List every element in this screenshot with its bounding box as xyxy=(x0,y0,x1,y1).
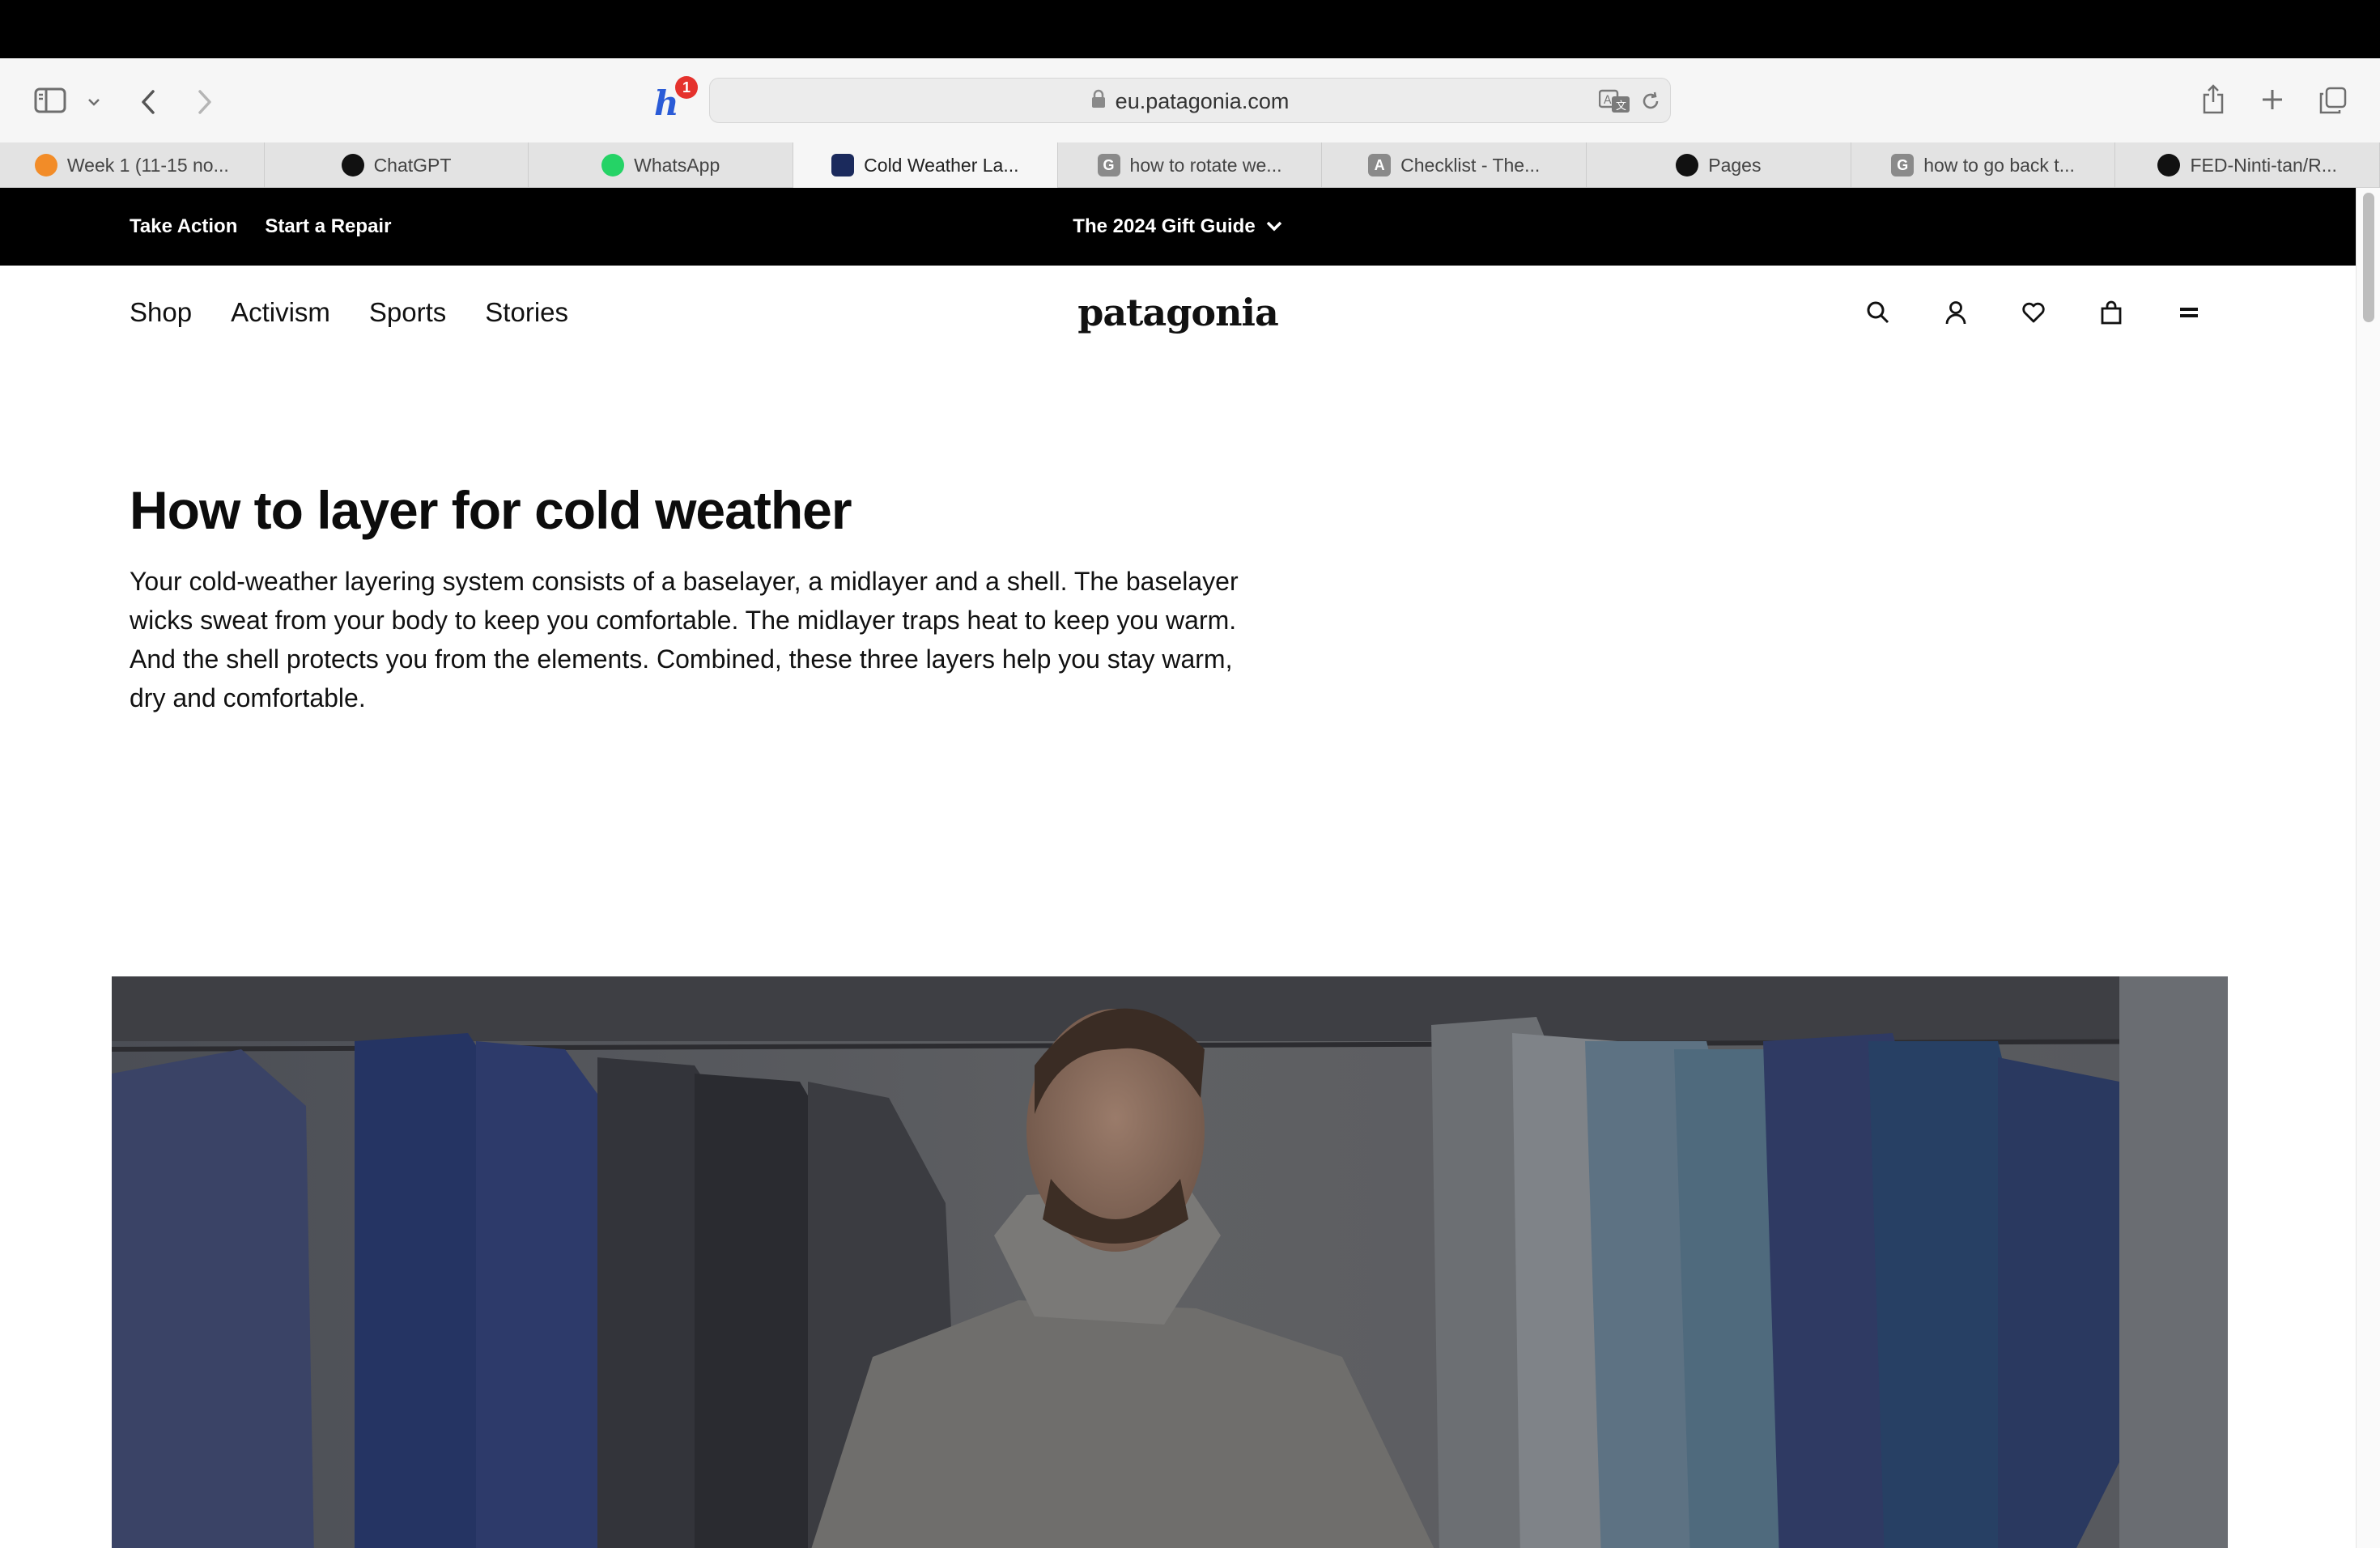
tab-overview-icon[interactable] xyxy=(2317,84,2349,117)
browser-tab[interactable]: Ghow to go back t... xyxy=(1851,142,2116,188)
tab-label: how to rotate we... xyxy=(1129,154,1282,176)
tab-label: ChatGPT xyxy=(373,154,452,176)
back-icon[interactable] xyxy=(136,86,160,118)
whatsapp-icon xyxy=(601,154,625,176)
gift-guide-dropdown[interactable]: The 2024 Gift Guide xyxy=(0,188,2356,266)
promo-bar: Take Action Start a Repair The 2024 Gift… xyxy=(0,188,2356,266)
search-icon[interactable] xyxy=(1865,300,1891,325)
github-icon xyxy=(1676,154,1699,176)
scrollbar-thumb[interactable] xyxy=(2363,193,2374,322)
orange-circle-icon xyxy=(34,154,57,176)
chatgpt-icon xyxy=(341,154,364,176)
tab-label: Checklist - The... xyxy=(1400,154,1541,176)
tab-label: Pages xyxy=(1708,154,1762,176)
new-tab-icon[interactable] xyxy=(2259,86,2286,113)
share-icon[interactable] xyxy=(2199,81,2228,117)
browser-tab[interactable]: A Checklist - The... xyxy=(1322,142,1587,188)
browser-tab[interactable]: FED-Ninti-tan/R... xyxy=(2115,142,2380,188)
svg-text:A: A xyxy=(1604,94,1612,107)
bag-icon[interactable] xyxy=(2098,300,2124,325)
web-page: Take Action Start a Repair The 2024 Gift… xyxy=(0,188,2356,1548)
github-icon xyxy=(2157,154,2181,176)
patagonia-icon xyxy=(831,154,855,176)
browser-tab[interactable]: Cold Weather La... xyxy=(793,142,1058,188)
a-icon: A xyxy=(1368,154,1392,176)
logo-text: patagonia xyxy=(1077,291,1279,334)
tab-label: how to go back t... xyxy=(1923,154,2075,176)
tab-bar: Week 1 (11-15 no... ChatGPT WhatsApp Cold W… xyxy=(0,142,2380,188)
browser-tab[interactable]: WhatsApp xyxy=(529,142,794,188)
account-icon[interactable] xyxy=(1943,300,1969,325)
tab-label: Week 1 (11-15 no... xyxy=(66,154,229,176)
tab-label: Cold Weather La... xyxy=(864,154,1019,176)
translate-icon[interactable]: A文 xyxy=(1598,88,1631,118)
menu-icon[interactable] xyxy=(2176,300,2202,325)
g-icon: G xyxy=(1891,154,1915,176)
reload-icon[interactable] xyxy=(1639,90,1662,117)
browser-tab[interactable]: Pages xyxy=(1587,142,1851,188)
address-url: eu.patagonia.com xyxy=(1115,88,1290,113)
browser-tab[interactable]: Ghow to rotate we... xyxy=(1058,142,1323,188)
honey-extension-icon[interactable]: h 1 xyxy=(654,76,698,125)
extension-badge: 1 xyxy=(675,76,698,99)
forward-icon[interactable] xyxy=(193,86,217,118)
address-bar[interactable]: eu.patagonia.com A文 xyxy=(709,78,1671,123)
svg-text:文: 文 xyxy=(1616,100,1626,113)
browser-tab[interactable]: Week 1 (11-15 no... xyxy=(0,142,265,188)
tab-label: FED-Ninti-tan/R... xyxy=(2190,154,2337,176)
article-intro: Your cold-weather layering system consis… xyxy=(130,567,1239,712)
browser-toolbar: h 1 eu.patagonia.com A文 xyxy=(0,58,2380,142)
hero-image xyxy=(112,976,2228,1548)
tab-label: WhatsApp xyxy=(634,154,720,176)
hero-photo xyxy=(112,976,2228,1548)
sidebar-toggle-icon[interactable] xyxy=(32,86,68,115)
article-title: How to layer for cold weather xyxy=(130,480,852,540)
browser-tab[interactable]: ChatGPT xyxy=(265,142,529,188)
chevron-down-icon[interactable] xyxy=(84,92,104,112)
main-nav: Shop Activism Sports Stories patagonia xyxy=(0,266,2356,359)
heart-icon[interactable] xyxy=(2021,300,2046,325)
g-icon: G xyxy=(1097,154,1120,176)
lock-icon xyxy=(1091,89,1106,114)
system-menu-bar xyxy=(0,0,2380,58)
gift-guide-label: The 2024 Gift Guide xyxy=(1073,215,1256,237)
page-scrollbar[interactable] xyxy=(2356,188,2380,1548)
chevron-down-icon xyxy=(1265,215,1283,238)
